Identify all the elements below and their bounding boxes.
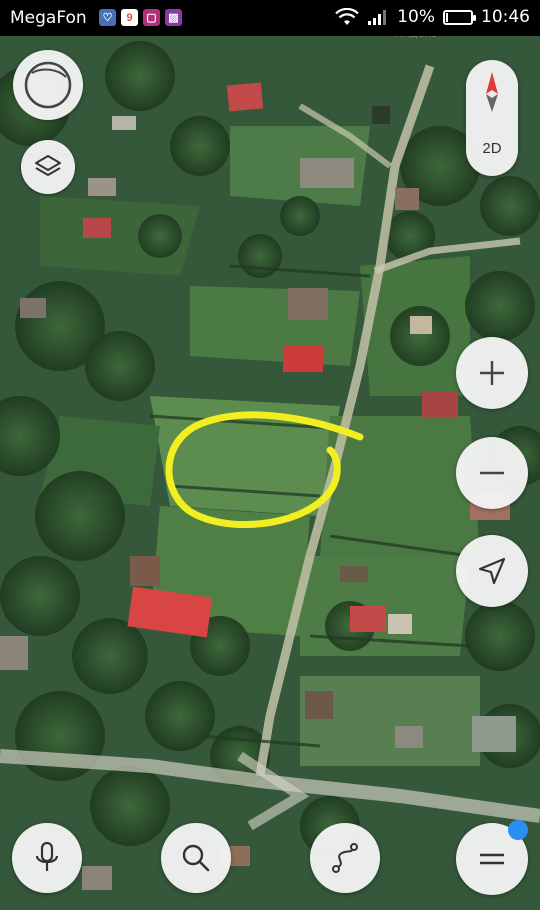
carrier-name: MegaFon bbox=[10, 8, 87, 28]
menu-icon bbox=[480, 853, 504, 865]
microphone-icon bbox=[35, 841, 59, 871]
search-button[interactable] bbox=[161, 823, 231, 893]
layers-icon bbox=[35, 155, 61, 176]
plus-icon bbox=[480, 361, 504, 385]
battery-icon bbox=[443, 9, 476, 25]
signal-icon bbox=[368, 10, 387, 25]
minus-icon bbox=[480, 471, 504, 475]
notification-icons: ♡ 9 ▢ ▨ bbox=[99, 9, 182, 26]
shield-app-icon: ♡ bbox=[99, 9, 116, 26]
battery-level bbox=[446, 12, 448, 22]
menu-notification-dot bbox=[508, 820, 528, 840]
route-icon bbox=[332, 843, 358, 873]
globe-icon bbox=[24, 61, 72, 109]
app-icon-pink: ▢ bbox=[143, 9, 160, 26]
search-icon bbox=[182, 844, 210, 872]
layers-button[interactable] bbox=[21, 140, 75, 194]
route-button[interactable] bbox=[310, 823, 380, 893]
globe-button[interactable] bbox=[13, 50, 83, 120]
status-bar: MegaFon ♡ 9 ▢ ▨ 10% 10:46 bbox=[0, 0, 540, 36]
locate-button[interactable] bbox=[456, 535, 528, 607]
zoom-out-button[interactable] bbox=[456, 437, 528, 509]
clock: 10:46 bbox=[481, 7, 530, 27]
zoom-in-button[interactable] bbox=[456, 337, 528, 409]
gallery-app-icon: ▨ bbox=[165, 9, 182, 26]
wifi-icon bbox=[335, 8, 359, 25]
maps-app-icon: 9 bbox=[121, 9, 138, 26]
compass-mode-control[interactable]: 2D bbox=[466, 60, 518, 176]
voice-search-button[interactable] bbox=[12, 823, 82, 893]
battery-percent: 10% bbox=[397, 7, 435, 27]
compass-icon bbox=[486, 72, 498, 112]
navigation-arrow-icon bbox=[478, 557, 506, 585]
status-right: 10% 10:46 bbox=[335, 7, 530, 27]
map-mode-label: 2D bbox=[482, 140, 502, 157]
